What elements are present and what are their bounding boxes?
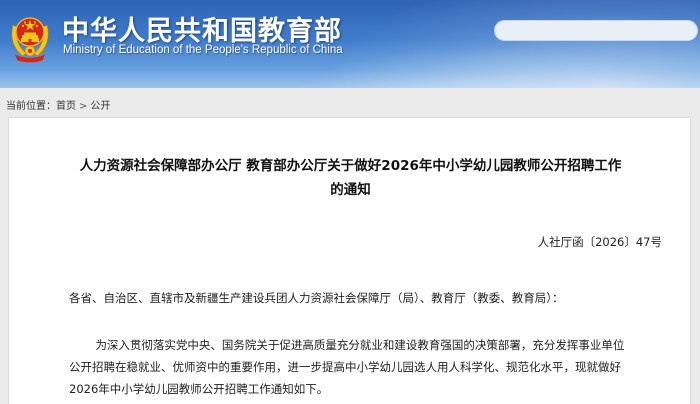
article-title-line-2: 的通知 [330,182,371,198]
national-emblem-icon[interactable] [7,7,53,63]
site-header: 中华人民共和国教育部 Ministry of Education of the … [0,0,700,88]
search-input[interactable] [494,20,698,41]
article-title-line-1: 人力资源社会保障部办公厅 教育部办公厅关于做好2026年中小学幼儿园教师公开招聘… [79,158,622,174]
article-panel: 人力资源社会保障部办公厅 教育部办公厅关于做好2026年中小学幼儿园教师公开招聘… [8,117,691,404]
article-paragraph: 为深入贯彻落实党中央、国务院关于促进高质量充分就业和建设教育强国的决策部署，充分… [69,338,625,396]
breadcrumb-prefix: 当前位置： [6,101,56,112]
breadcrumb-home-link[interactable]: 首页 [56,101,76,112]
article-title: 人力资源社会保障部办公厅 教育部办公厅关于做好2026年中小学幼儿园教师公开招聘… [9,154,690,202]
breadcrumb-separator: > [79,101,88,112]
article-salutation: 各省、自治区、直辖市及新疆生产建设兵团人力资源社会保障厅（局）、教育厅（教委、教… [69,291,564,305]
site-title-english: Ministry of Education of the People's Re… [63,44,343,56]
breadcrumb-public-link[interactable]: 公开 [90,101,110,112]
breadcrumb: 当前位置：首页 > 公开 [6,97,110,112]
site-title[interactable]: 中华人民共和国教育部 [62,9,342,48]
document-number: 人社厅函〔2026〕47号 [537,235,662,249]
